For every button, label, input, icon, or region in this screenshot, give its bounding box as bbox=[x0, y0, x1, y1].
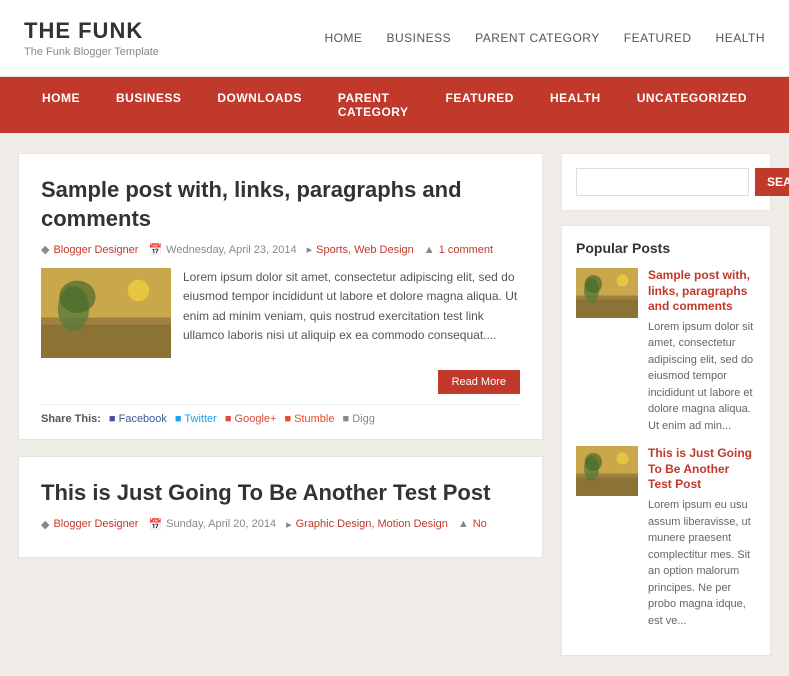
read-more-button[interactable]: Read More bbox=[438, 370, 520, 394]
post-author: Blogger Designer bbox=[53, 244, 138, 256]
popular-post-title-1[interactable]: This is Just Going To Be Another Test Po… bbox=[648, 446, 756, 493]
top-nav-item-health[interactable]: HEALTH bbox=[716, 31, 765, 45]
meta-date-item: 📅 Sunday, April 20, 2014 bbox=[148, 518, 276, 531]
site-title: THE FUNK bbox=[24, 18, 159, 44]
read-more-row: Read More bbox=[41, 370, 520, 394]
post-title: Sample post with, links, paragraphs and … bbox=[41, 176, 520, 233]
post-card-0: Sample post with, links, paragraphs and … bbox=[18, 153, 543, 440]
meta-tags-item: ▸ Sports, Web Design bbox=[307, 243, 414, 256]
meta-author-item: ◆ Blogger Designer bbox=[41, 518, 138, 531]
calendar-icon: 📅 bbox=[148, 243, 162, 256]
share-label: Share This: bbox=[41, 413, 101, 425]
post-tags: Sports, Web Design bbox=[316, 244, 414, 256]
tag-icon: ▸ bbox=[307, 243, 313, 256]
share-btn-gp[interactable]: ■ Google+ bbox=[225, 413, 277, 425]
top-nav-item-home[interactable]: HOME bbox=[324, 31, 362, 45]
search-input[interactable] bbox=[576, 168, 749, 196]
popular-posts-list: Sample post with, links, paragraphs and … bbox=[576, 268, 756, 629]
post-author: Blogger Designer bbox=[53, 518, 138, 530]
meta-comments-item: ▲ No bbox=[458, 518, 487, 530]
main-nav-item-uncategorized[interactable]: UNCATEGORIZED bbox=[619, 77, 765, 133]
comment-icon: ▲ bbox=[458, 518, 469, 530]
popular-thumb-1 bbox=[576, 446, 638, 496]
main-nav-item-downloads[interactable]: DOWNLOADS bbox=[199, 77, 320, 133]
popular-post-title-0[interactable]: Sample post with, links, paragraphs and … bbox=[648, 268, 756, 315]
popular-post-excerpt-1: Lorem ipsum eu usu assum liberavisse, ut… bbox=[648, 497, 756, 629]
popular-post-excerpt-0: Lorem ipsum dolor sit amet, consectetur … bbox=[648, 319, 756, 435]
main-content: Sample post with, links, paragraphs and … bbox=[18, 153, 543, 656]
popular-post-0: Sample post with, links, paragraphs and … bbox=[576, 268, 756, 434]
meta-tags-item: ▸ Graphic Design, Motion Design bbox=[286, 518, 448, 531]
post-excerpt: Lorem ipsum dolor sit amet, consectetur … bbox=[183, 268, 520, 358]
site-title-block: THE FUNK The Funk Blogger Template bbox=[24, 18, 159, 58]
top-nav-item-parent-category[interactable]: PARENT CATEGORY bbox=[475, 31, 600, 45]
top-nav-item-featured[interactable]: FEATURED bbox=[624, 31, 692, 45]
sidebar-search-box: SEARCH bbox=[561, 153, 771, 211]
top-nav: HOME BUSINESS PARENT CATEGORY FEATURED HEALT… bbox=[324, 31, 765, 45]
popular-posts-title: Popular Posts bbox=[576, 240, 756, 256]
share-btn-st[interactable]: ■ Stumble bbox=[284, 413, 334, 425]
site-subtitle: The Funk Blogger Template bbox=[24, 46, 159, 58]
post-body: Lorem ipsum dolor sit amet, consectetur … bbox=[41, 268, 520, 358]
post-title: This is Just Going To Be Another Test Po… bbox=[41, 479, 520, 508]
popular-post-info-0: Sample post with, links, paragraphs and … bbox=[648, 268, 756, 434]
search-button[interactable]: SEARCH bbox=[755, 168, 789, 196]
main-nav-item-health[interactable]: HEALTH bbox=[532, 77, 619, 133]
post-card-1: This is Just Going To Be Another Test Po… bbox=[18, 456, 543, 558]
sidebar: SEARCH Popular Posts Sample post with, l… bbox=[561, 153, 771, 656]
post-comments: 1 comment bbox=[439, 244, 493, 256]
main-nav-item-home[interactable]: HOME bbox=[24, 77, 98, 133]
header: THE FUNK The Funk Blogger Template HOME B… bbox=[0, 0, 789, 77]
share-btn-tw[interactable]: ■ Twitter bbox=[175, 413, 217, 425]
top-nav-item-business[interactable]: BUSINESS bbox=[386, 31, 451, 45]
meta-date-item: 📅 Wednesday, April 23, 2014 bbox=[148, 243, 296, 256]
share-btn-fb[interactable]: ■ Facebook bbox=[109, 413, 167, 425]
post-meta: ◆ Blogger Designer 📅 Sunday, April 20, 2… bbox=[41, 518, 520, 531]
post-date: Sunday, April 20, 2014 bbox=[166, 518, 276, 530]
share-btn-di[interactable]: ■ Digg bbox=[343, 413, 375, 425]
meta-comments-item: ▲ 1 comment bbox=[424, 244, 493, 256]
author-icon: ◆ bbox=[41, 518, 49, 531]
post-thumbnail bbox=[41, 268, 171, 358]
post-date: Wednesday, April 23, 2014 bbox=[166, 244, 296, 256]
comment-icon: ▲ bbox=[424, 244, 435, 256]
main-nav-item-featured[interactable]: FEATURED bbox=[427, 77, 531, 133]
share-row: Share This: ■ Facebook ■ Twitter ■ Google+… bbox=[41, 404, 520, 425]
meta-author-item: ◆ Blogger Designer bbox=[41, 243, 138, 256]
calendar-icon: 📅 bbox=[148, 518, 162, 531]
popular-posts-section: Popular Posts Sample post with, links, p… bbox=[561, 225, 771, 656]
tag-icon: ▸ bbox=[286, 518, 292, 531]
popular-thumb-0 bbox=[576, 268, 638, 318]
post-comments: No bbox=[473, 518, 487, 530]
post-tags: Graphic Design, Motion Design bbox=[296, 518, 448, 530]
popular-post-info-1: This is Just Going To Be Another Test Po… bbox=[648, 446, 756, 629]
main-nav-item-business[interactable]: BUSINESS bbox=[98, 77, 199, 133]
main-nav-item-parent-category[interactable]: PARENT CATEGORY bbox=[320, 77, 428, 133]
author-icon: ◆ bbox=[41, 243, 49, 256]
content-area: Sample post with, links, paragraphs and … bbox=[0, 133, 789, 676]
popular-post-1: This is Just Going To Be Another Test Po… bbox=[576, 446, 756, 629]
main-nav: HOMEBUSINESSDOWNLOADSPARENT CATEGORYFEAT… bbox=[0, 77, 789, 133]
post-meta: ◆ Blogger Designer 📅 Wednesday, April 23… bbox=[41, 243, 520, 256]
